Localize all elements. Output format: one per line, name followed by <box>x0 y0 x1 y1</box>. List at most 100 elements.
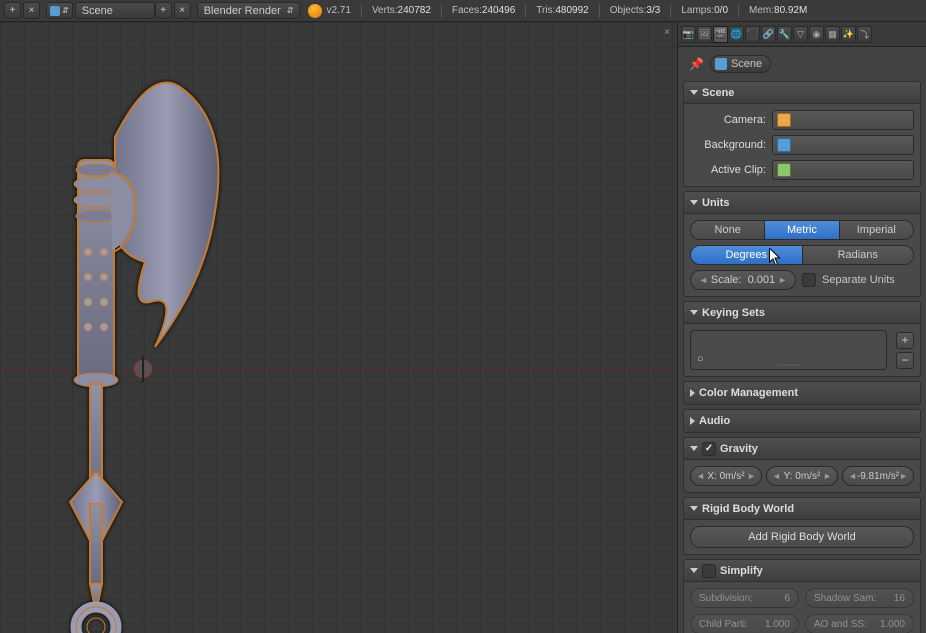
separate-units-checkbox[interactable] <box>802 273 816 287</box>
simplify-childparticles-field[interactable]: Child Parti:1.000 <box>690 614 799 633</box>
unit-imperial-option[interactable]: Imperial <box>839 221 913 239</box>
simplify-subdivision-field[interactable]: Subdivision:6 <box>690 588 799 608</box>
disclosure-down-icon <box>690 506 698 511</box>
tab-constraints-icon[interactable]: 🔗 <box>761 26 776 43</box>
keying-set-list[interactable]: ○ <box>690 330 887 370</box>
unit-none-option[interactable]: None <box>691 221 764 239</box>
3d-viewport[interactable]: × <box>0 22 677 633</box>
viewport-close-button[interactable]: × <box>661 26 673 38</box>
disclosure-right-icon <box>690 417 695 425</box>
scene-breadcrumb-pill[interactable]: Scene <box>710 55 771 73</box>
tab-material-icon[interactable]: ◉ <box>809 26 824 43</box>
activeclip-label: Active Clip: <box>690 164 766 176</box>
tab-modifiers-icon[interactable]: 🔧 <box>777 26 792 43</box>
properties-tab-bar: 📷 🖼 🎬 🌐 ⬛ 🔗 🔧 ▽ ◉ ▦ ✨ ⤵ <box>678 22 926 47</box>
header-stats: v2.71 Verts:240782 Faces:240496 Tris:480… <box>308 4 807 18</box>
panel-units: Units None Metric Imperial Degrees <box>683 191 921 297</box>
breadcrumb-scene-label: Scene <box>731 58 762 70</box>
unit-metric-option[interactable]: Metric <box>764 221 838 239</box>
panel-keying-header[interactable]: Keying Sets <box>684 302 920 324</box>
scene-name-text: Scene <box>82 5 113 17</box>
keying-remove-button[interactable]: − <box>896 352 914 369</box>
scene-browse-button[interactable]: ⇵ <box>46 2 73 19</box>
panel-scene-header[interactable]: Scene <box>684 82 920 104</box>
panel-simplify-header[interactable]: Simplify <box>684 560 920 582</box>
tab-world-icon[interactable]: 🌐 <box>729 26 744 43</box>
panel-simplify: Simplify Subdivision:6 Shadow Sam:16 Chi… <box>683 559 921 633</box>
chevron-right-icon: ► <box>778 275 787 285</box>
simplify-aoss-field[interactable]: AO and SS:1.000 <box>805 614 914 633</box>
gravity-enable-checkbox[interactable] <box>702 442 716 456</box>
panel-audio-header[interactable]: Audio <box>684 410 920 432</box>
panel-gravity: Gravity ◄ X: 0m/s² ► ◄ Y: 0m/s² <box>683 437 921 493</box>
panel-gravity-header[interactable]: Gravity <box>684 438 920 460</box>
tab-objectdata-icon[interactable]: ▽ <box>793 26 808 43</box>
unit-scale-field[interactable]: ◄ Scale: 0.001 ► <box>690 270 796 290</box>
panel-simplify-title: Simplify <box>720 565 763 577</box>
panel-keying-title: Keying Sets <box>702 307 765 319</box>
updown-icon: ⇵ <box>62 6 69 15</box>
panel-keying-sets: Keying Sets ○ + − <box>683 301 921 377</box>
movieclip-icon <box>777 163 791 177</box>
tab-object-icon[interactable]: ⬛ <box>745 26 760 43</box>
panel-rigid-body: Rigid Body World Add Rigid Body World <box>683 497 921 555</box>
app-header: + × ⇵ Scene + × Blender Render ⇵ v2.71 V… <box>0 0 926 22</box>
panel-audio: Audio <box>683 409 921 433</box>
layout-close-button[interactable]: × <box>23 2 40 19</box>
scene-picker-icon <box>777 138 791 152</box>
gravity-z-field[interactable]: ◄ -9.81m/s² ► <box>842 466 914 486</box>
mesh-object-axe[interactable] <box>50 52 240 633</box>
chevron-left-icon: ◄ <box>699 275 708 285</box>
unit-system-segmented: None Metric Imperial <box>690 220 914 240</box>
scene-add-button[interactable]: + <box>155 2 172 19</box>
disclosure-down-icon <box>690 90 698 95</box>
gravity-y-field[interactable]: ◄ Y: 0m/s² ► <box>766 466 838 486</box>
list-resize-grip-icon[interactable] <box>777 364 801 366</box>
panel-colormgmt-title: Color Management <box>699 387 798 399</box>
panel-scene-title: Scene <box>702 87 734 99</box>
tab-render-icon[interactable]: 📷 <box>681 26 696 43</box>
properties-panel: 📷 🖼 🎬 🌐 ⬛ 🔗 🔧 ▽ ◉ ▦ ✨ ⤵ 📌 Scene <box>677 22 926 633</box>
panel-gravity-title: Gravity <box>720 443 758 455</box>
background-field[interactable] <box>772 135 914 155</box>
panel-units-title: Units <box>702 197 730 209</box>
disclosure-right-icon <box>690 389 695 397</box>
panel-rigid-title: Rigid Body World <box>702 503 794 515</box>
camera-icon <box>777 113 791 127</box>
activeclip-field[interactable] <box>772 160 914 180</box>
scene-name-field[interactable]: Scene <box>75 2 155 19</box>
disclosure-down-icon <box>690 568 698 573</box>
breadcrumb: 📌 Scene <box>683 51 921 81</box>
disclosure-down-icon <box>690 310 698 315</box>
separate-units-label: Separate Units <box>822 274 895 286</box>
tab-texture-icon[interactable]: ▦ <box>825 26 840 43</box>
keying-add-button[interactable]: + <box>896 332 914 349</box>
chevron-left-icon: ◄ <box>848 471 857 481</box>
chevron-left-icon: ◄ <box>696 471 705 481</box>
gravity-x-field[interactable]: ◄ X: 0m/s² ► <box>690 466 762 486</box>
panel-colormgmt-header[interactable]: Color Management <box>684 382 920 404</box>
unit-degrees-option[interactable]: Degrees <box>691 246 802 264</box>
tab-particles-icon[interactable]: ✨ <box>841 26 856 43</box>
camera-field[interactable] <box>772 110 914 130</box>
render-engine-text: Blender Render <box>204 5 281 17</box>
chevron-right-icon: ► <box>823 471 832 481</box>
render-engine-dropdown[interactable]: Blender Render ⇵ <box>197 2 301 19</box>
background-label: Background: <box>690 139 766 151</box>
simplify-enable-checkbox[interactable] <box>702 564 716 578</box>
panel-rigid-header[interactable]: Rigid Body World <box>684 498 920 520</box>
scene-icon <box>50 6 60 16</box>
panel-color-management: Color Management <box>683 381 921 405</box>
add-rigid-body-world-button[interactable]: Add Rigid Body World <box>690 526 914 548</box>
blender-logo-icon <box>308 4 322 18</box>
disclosure-down-icon <box>690 446 698 451</box>
scene-delete-button[interactable]: × <box>174 2 191 19</box>
unit-radians-option[interactable]: Radians <box>802 246 914 264</box>
simplify-shadowsamples-field[interactable]: Shadow Sam:16 <box>805 588 914 608</box>
tab-renderlayers-icon[interactable]: 🖼 <box>697 26 712 43</box>
tab-scene-icon[interactable]: 🎬 <box>713 26 728 43</box>
layout-add-button[interactable]: + <box>4 2 21 19</box>
panel-units-header[interactable]: Units <box>684 192 920 214</box>
tab-physics-icon[interactable]: ⤵ <box>857 26 872 43</box>
pin-icon[interactable]: 📌 <box>689 57 704 71</box>
